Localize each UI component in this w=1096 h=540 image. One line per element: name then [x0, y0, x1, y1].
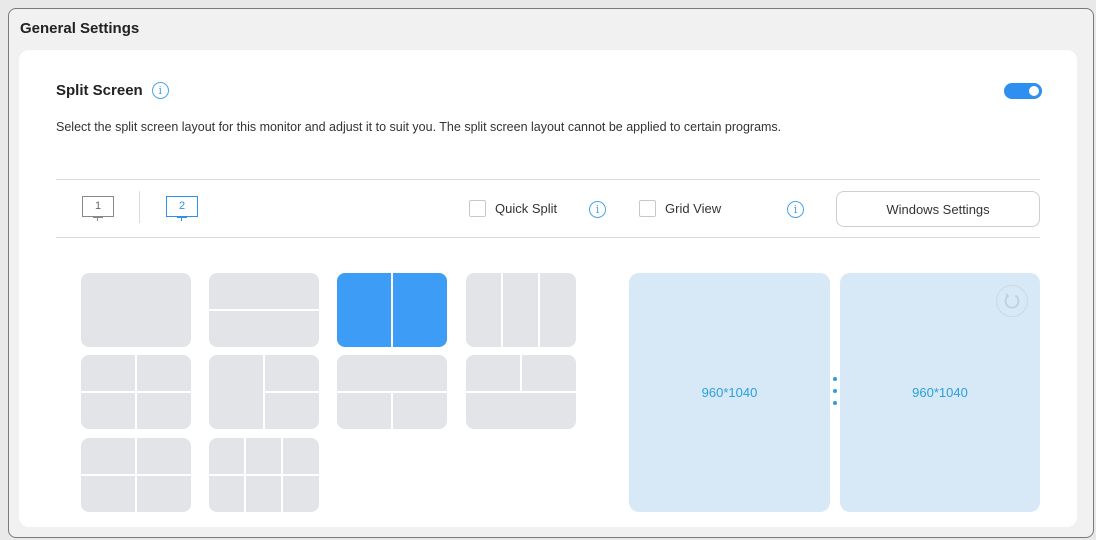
quick-split-info-icon[interactable]: i — [589, 201, 606, 218]
window-title: General Settings — [20, 20, 140, 37]
layout-six-grid[interactable] — [209, 438, 319, 512]
quick-split-option[interactable]: Quick Split — [469, 200, 557, 217]
info-icon[interactable]: i — [151, 82, 169, 99]
monitor-1-button[interactable]: 1 — [82, 196, 114, 222]
split-screen-title: Split Screen — [56, 82, 143, 99]
monitor-2-button[interactable]: 2 — [166, 196, 198, 222]
layout-left-right[interactable] — [337, 273, 447, 347]
windows-settings-button[interactable]: Windows Settings — [836, 191, 1040, 227]
reset-icon[interactable] — [996, 285, 1028, 317]
divider-bottom — [56, 237, 1040, 238]
toggle-knob — [1029, 86, 1039, 96]
splitter-handle-dot[interactable] — [833, 401, 837, 405]
monitor-icon: 2 — [166, 196, 198, 217]
layout-left-with-right-split[interactable] — [209, 355, 319, 429]
preview-pane-left[interactable]: 960*1040 — [629, 273, 830, 512]
split-screen-toggle[interactable] — [1004, 83, 1042, 99]
grid-view-label: Grid View — [665, 201, 722, 216]
monitor-icon: 1 — [82, 196, 114, 217]
grid-view-info-icon[interactable]: i — [787, 201, 804, 218]
layout-top-bottom[interactable] — [209, 273, 319, 347]
divider-top — [56, 179, 1040, 180]
grid-view-option[interactable]: Grid View — [639, 200, 721, 217]
splitter-handle-dot[interactable] — [833, 389, 837, 393]
layout-top-with-bottom-split[interactable] — [337, 355, 447, 429]
split-screen-heading: Split Screen i — [56, 82, 169, 99]
pane-size-label: 960*1040 — [701, 385, 758, 400]
quick-split-checkbox[interactable] — [469, 200, 486, 217]
grid-view-checkbox[interactable] — [639, 200, 656, 217]
layout-full[interactable] — [81, 273, 191, 347]
layout-bottom-with-top-split[interactable] — [466, 355, 576, 429]
quick-split-label: Quick Split — [495, 201, 558, 216]
split-screen-card: Split Screen i Select the split screen l… — [19, 50, 1077, 527]
layout-four-grid-offset[interactable] — [81, 355, 191, 429]
pane-size-label: 960*1040 — [912, 385, 968, 400]
layout-four-grid[interactable] — [81, 438, 191, 512]
layout-three-columns[interactable] — [466, 273, 576, 347]
settings-window: General Settings Split Screen i Select t… — [8, 8, 1094, 538]
monitor-divider — [139, 191, 140, 223]
splitter-handle-dot[interactable] — [833, 377, 837, 381]
split-screen-description: Select the split screen layout for this … — [56, 120, 782, 134]
